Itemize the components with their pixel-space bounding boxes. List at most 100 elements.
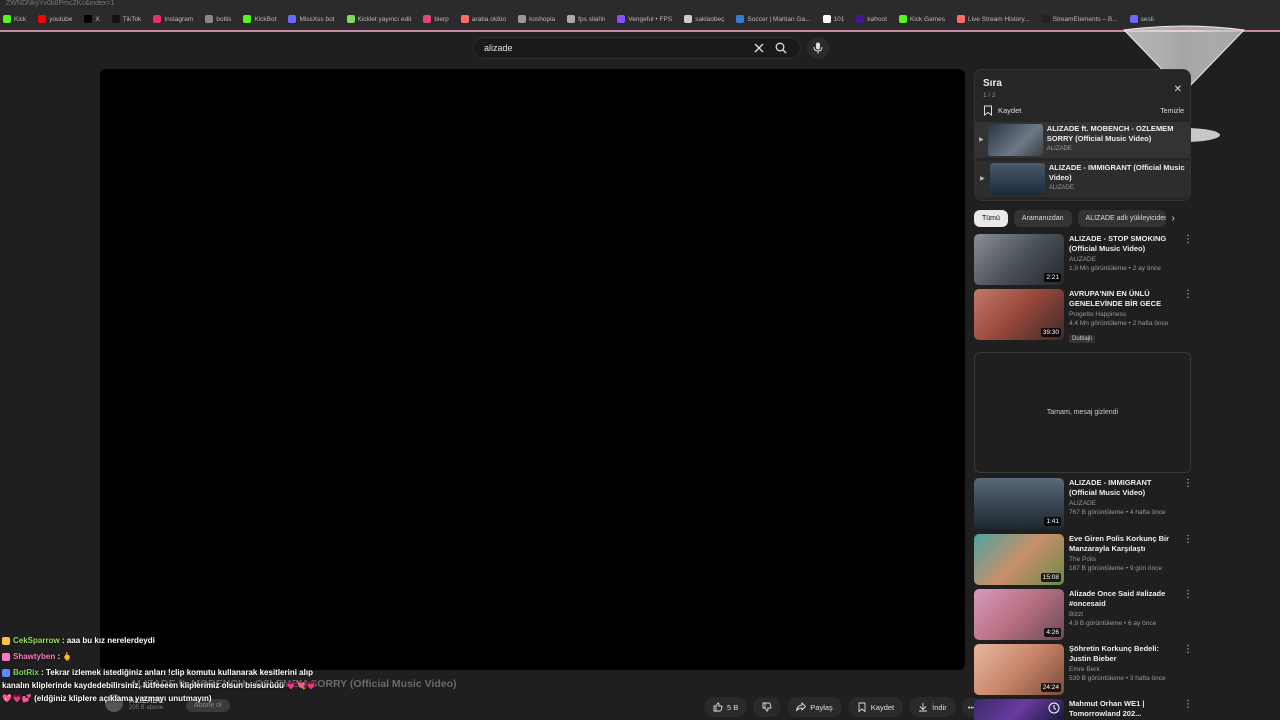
bookmark-label: Instagram [164,15,194,23]
video-player[interactable] [100,69,965,670]
recommendation-item[interactable]: 39:30 AVRUPA'NIN EN ÜNLÜ GENELEVİNDE BİR… [974,289,1193,345]
bookmark-label: saklaobeç [695,15,725,23]
bookmark-item[interactable]: Instagram [153,15,193,23]
more-options-icon[interactable]: ⋮ [1183,534,1193,585]
more-options-icon[interactable]: ⋮ [1183,644,1193,695]
download-icon [919,703,928,712]
share-label: Paylaş [810,702,833,712]
bookmark-label: botlis [216,15,232,23]
bookmark-label: Kicklet yayıncı edit [357,15,412,23]
more-options-icon[interactable]: ⋮ [1183,478,1193,529]
bookmark-item[interactable]: Soccer | Martian Ga... [736,15,811,23]
more-options-icon[interactable]: ⋮ [1183,589,1193,640]
bookmark-favicon-icon [617,15,626,23]
bookmark-favicon-icon [822,15,831,23]
bookmark-item[interactable]: MissXss bot [288,15,335,23]
bookmark-icon [858,702,866,712]
share-icon [796,702,807,712]
queue-item-title: ALIZADE ft. MOBENCH - OZLEMEM SORRY (Off… [1046,124,1174,143]
chip-from-uploader[interactable]: ALIZADE adlı yükleyiciden [1077,210,1166,227]
recommendation-item[interactable]: 1:41 ALIZADE - IMMIGRANT (Official Music… [974,478,1193,529]
bookmark-label: fps silahlı [578,15,606,23]
bookmark-label: Kick [14,15,27,23]
chip-from-search[interactable]: Aramanızdan [1013,210,1072,227]
microphone-icon [813,42,823,54]
chip-all[interactable]: Tümü [974,210,1008,227]
search-input[interactable] [484,43,748,53]
bookmark-item[interactable]: TikTok [111,15,142,23]
like-button[interactable]: 5 B [704,697,748,717]
bookmark-item[interactable]: youtube [38,15,72,23]
video-title: Alizade Once Said #alizade #oncesaid [1069,589,1166,608]
video-stats: 767 B görüntüleme • 4 hafta önce [1069,509,1166,516]
search-box [473,37,801,59]
bookmark-item[interactable]: koshopia [518,15,555,23]
queue-item[interactable]: ▶ ALIZADE ft. MOBENCH - OZLEMEM SORRY (O… [975,122,1190,158]
bookmark-item[interactable]: StreamElements – B... [1041,15,1118,23]
bookmark-item[interactable]: Kicklet yayıncı edit [346,15,412,23]
chat-message: BotRix : Tekrar izlemek istediğiniz anla… [2,666,322,705]
save-label: Kaydet [870,702,895,712]
recommendation-item[interactable]: 24:24 Şöhretin Korkunç Bedeli: Justin Bi… [974,644,1193,695]
bookmark-label: Vengeful • FPS [628,15,673,23]
video-duration: 2:21 [1044,273,1061,282]
bookmark-label: 101 [833,15,845,23]
chat-message: CekSparrow : aaa bu kız nerelerdeydi [2,634,322,647]
bookmark-item[interactable]: KickBot [243,15,276,23]
bookmark-item[interactable]: Kick [3,15,26,23]
bookmark-item[interactable]: araba oldüo [460,15,506,23]
queue-save-button[interactable]: Kaydet [983,105,1182,116]
recommendation-item[interactable]: 15:08 Eve Giren Polis Korkunç Bir Manzar… [974,534,1193,585]
bookmark-item[interactable]: kahoot [856,15,887,23]
close-queue-icon[interactable]: ✕ [1174,84,1182,95]
dislike-button[interactable] [753,697,782,717]
browser-window: ZWNDNkyYv0b8PmcZKc&index=1 Kick youtube X T… [0,0,1280,720]
subscriber-count: 205 B abone [129,704,164,711]
video-title: Şöhretin Korkunç Bedeli: Justin Bieber [1069,644,1160,663]
recommendation-item[interactable]: 2:21 ALIZADE - STOP SMOKING (Official Mu… [974,234,1193,285]
video-title: ALIZADE - STOP SMOKING (Official Music V… [1069,234,1167,253]
video-title: AVRUPA'NIN EN ÜNLÜ GENELEVİNDE BİR GECE [1069,289,1162,308]
video-title: ALIZADE - IMMIGRANT (Official Music Vide… [1069,478,1152,497]
chat-text: : 🖕 [57,652,73,661]
bookmark-item[interactable]: 101 [822,15,845,23]
queue-item-channel: ALIZADE [1048,185,1074,191]
address-bar-fragment[interactable]: ZWNDNkyYv0b8PmcZKc&index=1 [0,0,1280,8]
voice-search-button[interactable] [807,37,829,59]
bookmark-favicon-icon [111,15,120,23]
bookmark-item[interactable]: Kick Games [898,15,945,23]
bookmark-item[interactable]: botlis [205,15,231,23]
recommendation-item[interactable]: Mahmut Orhan WE1 | Tomorrowland 202... ⋮ [974,699,1193,720]
play-indicator-icon: ▶ [979,137,984,143]
bookmark-label: koshopia [529,15,556,23]
more-options-icon[interactable]: ⋮ [1183,289,1193,345]
bookmarks-bar: Kick youtube X TikTok Instagram botlis KickBot… [0,8,1280,32]
search-button[interactable] [770,37,792,59]
more-options-icon[interactable]: ⋮ [1183,234,1193,285]
queue-thumbnail [987,124,1043,156]
download-button[interactable]: İndir [909,697,956,717]
bookmark-item[interactable]: Live Stream History... [956,15,1030,23]
bookmark-item[interactable]: saklaobeç [684,15,724,23]
bookmark-favicon-icon [38,15,47,23]
bookmark-label: MissXss bot [299,15,335,23]
chat-text: : Tekrar izlemek istediğiniz anları !cli… [2,668,316,703]
download-label: İndir [932,702,947,712]
chat-badge-icon [2,636,10,645]
video-duration: 39:30 [1040,328,1061,337]
share-button[interactable]: Paylaş [787,697,842,717]
bookmark-label: X [95,15,100,23]
queue-item-channel: ALIZADE [1046,146,1072,152]
recommendation-item[interactable]: 4:26 Alizade Once Said #alizade #oncesai… [974,589,1193,640]
bookmark-label: TikTok [122,15,142,23]
more-options-icon[interactable]: ⋮ [1183,699,1193,720]
bookmark-item[interactable]: fps silahlı [567,15,605,23]
bookmark-item[interactable]: bierp [423,15,449,23]
bookmark-item[interactable]: X [84,15,100,23]
bookmark-item[interactable]: Vengeful • FPS [617,15,672,23]
chevron-right-icon[interactable]: › [1172,213,1175,224]
queue-item[interactable]: ▶ ALIZADE - IMMIGRANT (Official Music Vi… [975,161,1190,197]
clear-search-button[interactable] [748,37,770,59]
save-button[interactable]: Kaydet [847,697,904,717]
queue-clear-button[interactable]: Temizle [1160,108,1184,115]
